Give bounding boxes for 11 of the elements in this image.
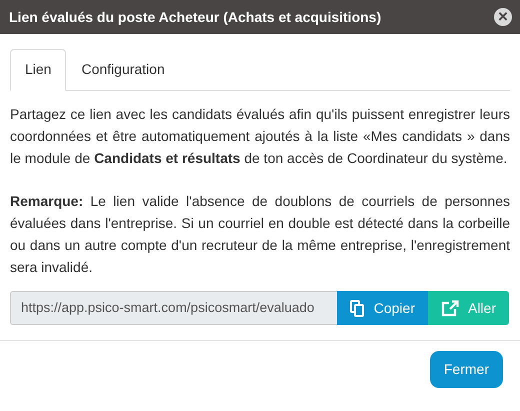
tab[interactable]: Lien [10,49,66,91]
note-paragraph: Remarque: Le lien valide l'absence de doublons de courriels de personnes évaluées dans l'entreprise. Si un courriel en double est détecté dans la corbeille ou dans un autre compte d'un recruteur de la même entreprise, l'enregistrement sera invalidé. [10,192,510,277]
close-button[interactable]: Fermer [430,351,503,388]
tab[interactable]: Configuration [66,49,180,91]
link-field[interactable]: https://app.psico-smart.com/psicosmart/evaluado [10,291,337,325]
close-button[interactable]: × [494,8,512,26]
description-paragraph: Partagez ce lien avec les candidats évalués afin qu'ils puissent enregistrer leurs coordonnées et être automatiquement ajoutés à la liste «Mes candidats » dans le module de Candidats et résultats de ton accès de Coordinateur du système. [10,105,510,168]
copy-button[interactable]: Copier [336,291,428,325]
dialog-title: Lien évalués du poste Acheteur (Achats et acquisitions) [9,8,382,27]
external-link-icon [440,300,459,316]
copy-icon [350,300,365,316]
